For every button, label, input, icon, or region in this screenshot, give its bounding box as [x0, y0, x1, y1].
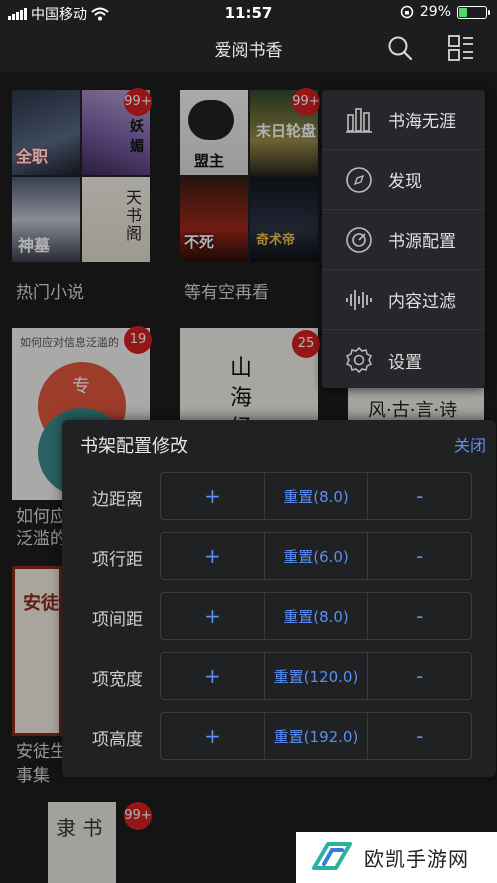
book-cover[interactable]: 安徒: [12, 566, 62, 736]
menu-item-label: 发现: [388, 172, 422, 192]
book-cover[interactable]: 盟主 末日轮盘 不死 奇术帝: [180, 90, 318, 262]
watermark: 欧凯手游网: [296, 832, 497, 883]
compass-icon: [346, 166, 372, 193]
config-label: 项间距: [92, 610, 143, 630]
config-label: 项行距: [92, 550, 143, 570]
cover-caption: 如何应对信息泛滥的: [20, 336, 119, 349]
config-label: 项高度: [92, 730, 143, 750]
cover-tile: 奇术帝: [250, 177, 318, 262]
book-title: 等有空再看: [184, 283, 269, 303]
book-title-line: 泛滥的: [16, 529, 67, 549]
cover-tile: 盟主: [180, 90, 248, 175]
menu-item-label: 书海无涯: [388, 112, 456, 132]
decrease-button[interactable]: -: [368, 653, 471, 699]
book-title-line: 事集: [16, 766, 50, 786]
bookshelf-icon: [346, 107, 372, 133]
battery-icon: [457, 5, 490, 19]
config-controls: + 重置(8.0) -: [160, 592, 472, 640]
status-bar: 中国移动 11:57 29%: [0, 0, 497, 26]
panel-title: 书架配置修改: [80, 436, 188, 457]
config-row-line-spacing: 项行距 + 重置(6.0) -: [80, 532, 490, 580]
source-config-icon: [346, 226, 372, 253]
cover-tile: 全职: [12, 90, 80, 175]
config-row-margin: 边距离 + 重置(8.0) -: [80, 472, 490, 520]
watermark-text: 欧凯手游网: [364, 847, 469, 871]
decrease-button[interactable]: -: [368, 473, 471, 519]
battery-percent: 29%: [419, 4, 451, 20]
reset-button[interactable]: 重置(8.0): [265, 593, 369, 639]
unread-badge: 99+: [124, 802, 152, 830]
book-cover[interactable]: 全职 妖媚 神墓 天书阁: [12, 90, 150, 262]
unread-badge: 25: [292, 330, 320, 358]
book-title: 热门小说: [16, 283, 84, 303]
cover-tile: 神墓: [12, 177, 80, 262]
increase-button[interactable]: +: [161, 473, 265, 519]
unread-badge: 19: [124, 326, 152, 354]
page-title: 爱阅书香: [214, 41, 283, 61]
increase-button[interactable]: +: [161, 653, 265, 699]
shelf-config-panel: 书架配置修改 关闭 边距离 + 重置(8.0) - 项行距 + 重置(6.0) …: [62, 420, 496, 777]
nav-dropdown-menu: 书海无涯 发现 书源配置 内容过滤 设置: [322, 90, 485, 388]
close-button[interactable]: 关闭: [454, 432, 486, 456]
menu-item-label: 设置: [388, 352, 422, 373]
config-controls: + 重置(192.0) -: [160, 712, 472, 760]
book-cover[interactable]: 隶 书: [48, 802, 116, 883]
menu-item-discover[interactable]: 发现: [322, 150, 485, 210]
cover-title: 安徒: [23, 593, 59, 614]
config-controls: + 重置(8.0) -: [160, 472, 472, 520]
nav-bar: 爱阅书香: [0, 26, 497, 72]
reset-button[interactable]: 重置(120.0): [265, 653, 369, 699]
config-row-item-height: 项高度 + 重置(192.0) -: [80, 712, 490, 760]
menu-item-settings[interactable]: 设置: [322, 330, 485, 390]
book-title: 如何应 泛滥的: [16, 506, 67, 550]
book-title: 安徒生 事集: [16, 740, 67, 788]
watermark-logo-icon: [312, 841, 352, 870]
waveform-icon: [346, 289, 372, 310]
search-icon[interactable]: [386, 34, 414, 62]
config-controls: + 重置(120.0) -: [160, 652, 472, 700]
gear-icon: [345, 346, 373, 374]
menu-item-source-config[interactable]: 书源配置: [322, 210, 485, 270]
menu-item-book-sea[interactable]: 书海无涯: [322, 90, 485, 150]
increase-button[interactable]: +: [161, 713, 265, 759]
unread-badge: 99+: [124, 88, 152, 116]
unread-badge: 99+: [292, 88, 320, 116]
increase-button[interactable]: +: [161, 593, 265, 639]
config-row-item-spacing: 项间距 + 重置(8.0) -: [80, 592, 490, 640]
menu-item-label: 书源配置: [388, 232, 456, 252]
decrease-button[interactable]: -: [368, 713, 471, 759]
menu-item-label: 内容过滤: [388, 292, 456, 312]
menu-grid-icon[interactable]: [447, 34, 475, 62]
cover-tile: 不死: [180, 177, 248, 262]
book-title-line: 如何应: [16, 507, 67, 527]
config-controls: + 重置(6.0) -: [160, 532, 472, 580]
rotation-lock-icon: [400, 5, 414, 19]
menu-item-content-filter[interactable]: 内容过滤: [322, 270, 485, 330]
reset-button[interactable]: 重置(6.0): [265, 533, 369, 579]
decrease-button[interactable]: -: [368, 593, 471, 639]
config-row-item-width: 项宽度 + 重置(120.0) -: [80, 652, 490, 700]
reset-button[interactable]: 重置(192.0): [265, 713, 369, 759]
config-label: 边距离: [92, 490, 143, 510]
decrease-button[interactable]: -: [368, 533, 471, 579]
book-title-line: 安徒生: [16, 742, 67, 762]
increase-button[interactable]: +: [161, 533, 265, 579]
status-right: 29%: [400, 4, 490, 20]
reset-button[interactable]: 重置(8.0): [265, 473, 369, 519]
config-label: 项宽度: [92, 670, 143, 690]
app-screen: 中国移动 11:57 29% 爱阅书香 全职 妖 媚 神墓 天 书 阁 99+ …: [0, 0, 497, 883]
cover-tile: 天书阁: [82, 177, 150, 262]
